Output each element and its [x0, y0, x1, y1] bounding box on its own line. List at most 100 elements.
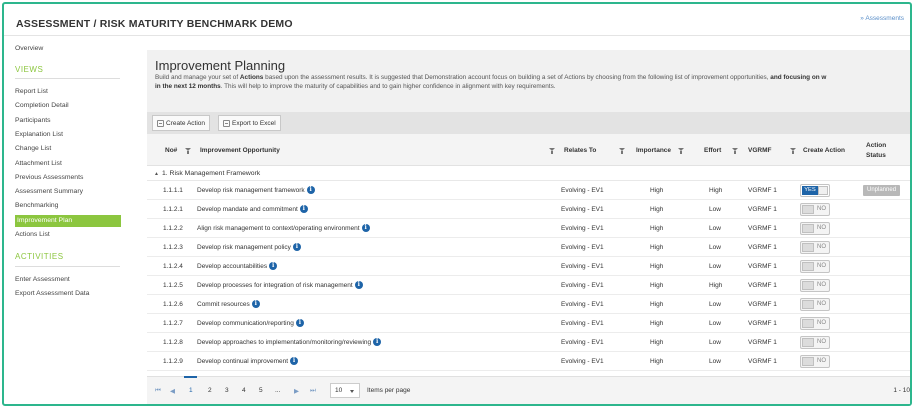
page-5[interactable]: 5 — [259, 387, 263, 394]
sidebar-item-change-list[interactable]: Change List — [15, 145, 51, 152]
sidebar-item-participants[interactable]: Participants — [15, 117, 51, 124]
info-icon[interactable]: i — [269, 262, 278, 270]
sidebar-item-attachment-list[interactable]: Attachment List — [15, 160, 62, 167]
filter-icon[interactable] — [185, 148, 191, 154]
filter-icon[interactable] — [549, 148, 555, 154]
info-icon[interactable]: i — [292, 243, 301, 251]
header-create-action[interactable]: Create Action — [803, 147, 845, 154]
info-icon[interactable]: i — [361, 224, 370, 232]
relates-to: Evolving - EV1 — [561, 225, 604, 232]
opportunity-text: Develop risk management policy i — [197, 243, 301, 252]
info-icon[interactable]: i — [290, 357, 299, 365]
header-vgrmf[interactable]: VGRMF — [748, 147, 771, 154]
create-action-toggle[interactable]: NO — [800, 279, 830, 292]
filter-icon[interactable] — [678, 148, 684, 154]
table-row[interactable]: 1.1.2.8 Develop approaches to implementat… — [147, 333, 910, 352]
info-icon[interactable]: i — [295, 319, 304, 327]
vgrmf: VGRMF 1 — [748, 301, 777, 308]
sidebar-item-completion-detail[interactable]: Completion Detail — [15, 102, 69, 109]
opportunity-text: Commit resources i — [197, 300, 260, 309]
relates-to: Evolving - EV1 — [561, 187, 604, 194]
main-panel: Improvement Planning Build and manage yo… — [147, 50, 910, 404]
table-row[interactable]: 1.1.2.1 Develop mandate and commitment i Ev… — [147, 200, 910, 219]
header-importance[interactable]: Importance — [636, 147, 671, 154]
filter-icon[interactable] — [790, 148, 796, 154]
sidebar-item-explanation-list[interactable]: Explanation List — [15, 131, 63, 138]
create-action-toggle[interactable]: NO — [800, 336, 830, 349]
table-row[interactable]: 1.1.2.4 Develop accountabilities i Evolving… — [147, 257, 910, 276]
create-action-toggle[interactable]: NO — [800, 317, 830, 330]
next-page-button[interactable]: ▶ — [294, 387, 299, 395]
effort: High — [709, 187, 723, 194]
table-row[interactable]: 1.1.2.6 Commit resources i Evolving - EV1 Hi… — [147, 295, 910, 314]
effort: Low — [709, 301, 721, 308]
table-row[interactable]: 1.1.1.1 Develop risk management framework… — [147, 181, 910, 200]
create-action-toggle[interactable]: NO — [800, 222, 830, 235]
sidebar-item-benchmarking[interactable]: Benchmarking — [15, 202, 58, 209]
breadcrumb-assessments[interactable]: » Assessments — [860, 15, 904, 22]
page-size-select[interactable]: 10 — [330, 383, 360, 398]
export-excel-button[interactable]: Export to Excel — [218, 115, 281, 131]
toggle-no-label: NO — [817, 358, 826, 364]
vgrmf: VGRMF 1 — [748, 206, 777, 213]
filter-icon[interactable] — [619, 148, 625, 154]
filter-icon[interactable] — [732, 148, 738, 154]
row-number: 1.1.2.3 — [163, 244, 183, 251]
sidebar-item-actions-list[interactable]: Actions List — [15, 231, 50, 238]
opportunity-text: Develop processes for integration of ris… — [197, 281, 363, 290]
header-opportunity[interactable]: Improvement Opportunity — [200, 147, 280, 154]
create-action-toggle[interactable]: YES — [800, 184, 830, 197]
vgrmf: VGRMF 1 — [748, 282, 777, 289]
prev-page-button[interactable]: ◀ — [170, 387, 175, 395]
create-action-toggle[interactable]: NO — [800, 203, 830, 216]
row-number: 1.1.2.9 — [163, 358, 183, 365]
create-action-toggle[interactable]: NO — [800, 355, 830, 368]
toggle-no-label: NO — [817, 263, 826, 269]
header-no[interactable]: No# — [165, 147, 177, 154]
create-action-toggle[interactable]: NO — [800, 241, 830, 254]
create-action-toggle[interactable]: NO — [800, 298, 830, 311]
sidebar-item-assessment-summary[interactable]: Assessment Summary — [15, 188, 83, 195]
table-row[interactable]: 1.1.2.5 Develop processes for integration… — [147, 276, 910, 295]
activities-divider — [15, 266, 120, 267]
info-icon[interactable]: i — [306, 186, 315, 194]
sidebar-item-export-assessment-data[interactable]: Export Assessment Data — [15, 290, 89, 297]
first-page-button[interactable]: ⏮ — [155, 387, 161, 395]
info-icon[interactable]: i — [299, 205, 308, 213]
sidebar-item-previous-assessments[interactable]: Previous Assessments — [15, 174, 83, 181]
table-row[interactable]: 1.1.2.3 Develop risk management policy i Ev… — [147, 238, 910, 257]
page-more[interactable]: ... — [275, 387, 280, 394]
page-1[interactable]: 1 — [189, 387, 193, 394]
info-icon[interactable]: i — [373, 338, 382, 346]
importance: High — [650, 301, 664, 308]
info-icon[interactable]: i — [251, 300, 260, 308]
create-action-button[interactable]: Create Action — [152, 115, 211, 131]
info-icon[interactable]: i — [354, 281, 363, 289]
group-row-risk-management-framework[interactable]: ▲ 1. Risk Management Framework — [147, 167, 910, 181]
toggle-knob — [802, 319, 814, 328]
opportunity-text: Develop communication/reporting i — [197, 319, 304, 328]
collapse-icon[interactable]: ▲ — [154, 171, 159, 177]
page-2[interactable]: 2 — [208, 387, 212, 394]
effort: Low — [709, 320, 721, 327]
sidebar-item-overview[interactable]: Overview — [15, 45, 43, 52]
page-3[interactable]: 3 — [225, 387, 229, 394]
last-page-button[interactable]: ⏭ — [310, 387, 316, 395]
row-number: 1.1.2.5 — [163, 282, 183, 289]
page-4[interactable]: 4 — [242, 387, 246, 394]
toggle-no-label: NO — [817, 244, 826, 250]
header-action-status-1[interactable]: Action — [866, 142, 886, 149]
sidebar-item-improvement-plan[interactable]: Improvement Plan — [15, 214, 121, 227]
opportunity-text: Develop risk management framework i — [197, 186, 315, 195]
table-row[interactable]: 1.1.2.7 Develop communication/reporting i E… — [147, 314, 910, 333]
header-effort[interactable]: Effort — [704, 147, 721, 154]
table-row[interactable]: 1.1.2.2 Align risk management to context/… — [147, 219, 910, 238]
header-relates-to[interactable]: Relates To — [564, 147, 596, 154]
effort: Low — [709, 206, 721, 213]
sidebar-item-report-list[interactable]: Report List — [15, 88, 48, 95]
toggle-no-label: NO — [817, 282, 826, 288]
create-action-toggle[interactable]: NO — [800, 260, 830, 273]
relates-to: Evolving - EV1 — [561, 244, 604, 251]
table-row[interactable]: 1.1.2.9 Develop continual improvement i Evo… — [147, 352, 910, 371]
sidebar-item-enter-assessment[interactable]: Enter Assessment — [15, 276, 70, 283]
